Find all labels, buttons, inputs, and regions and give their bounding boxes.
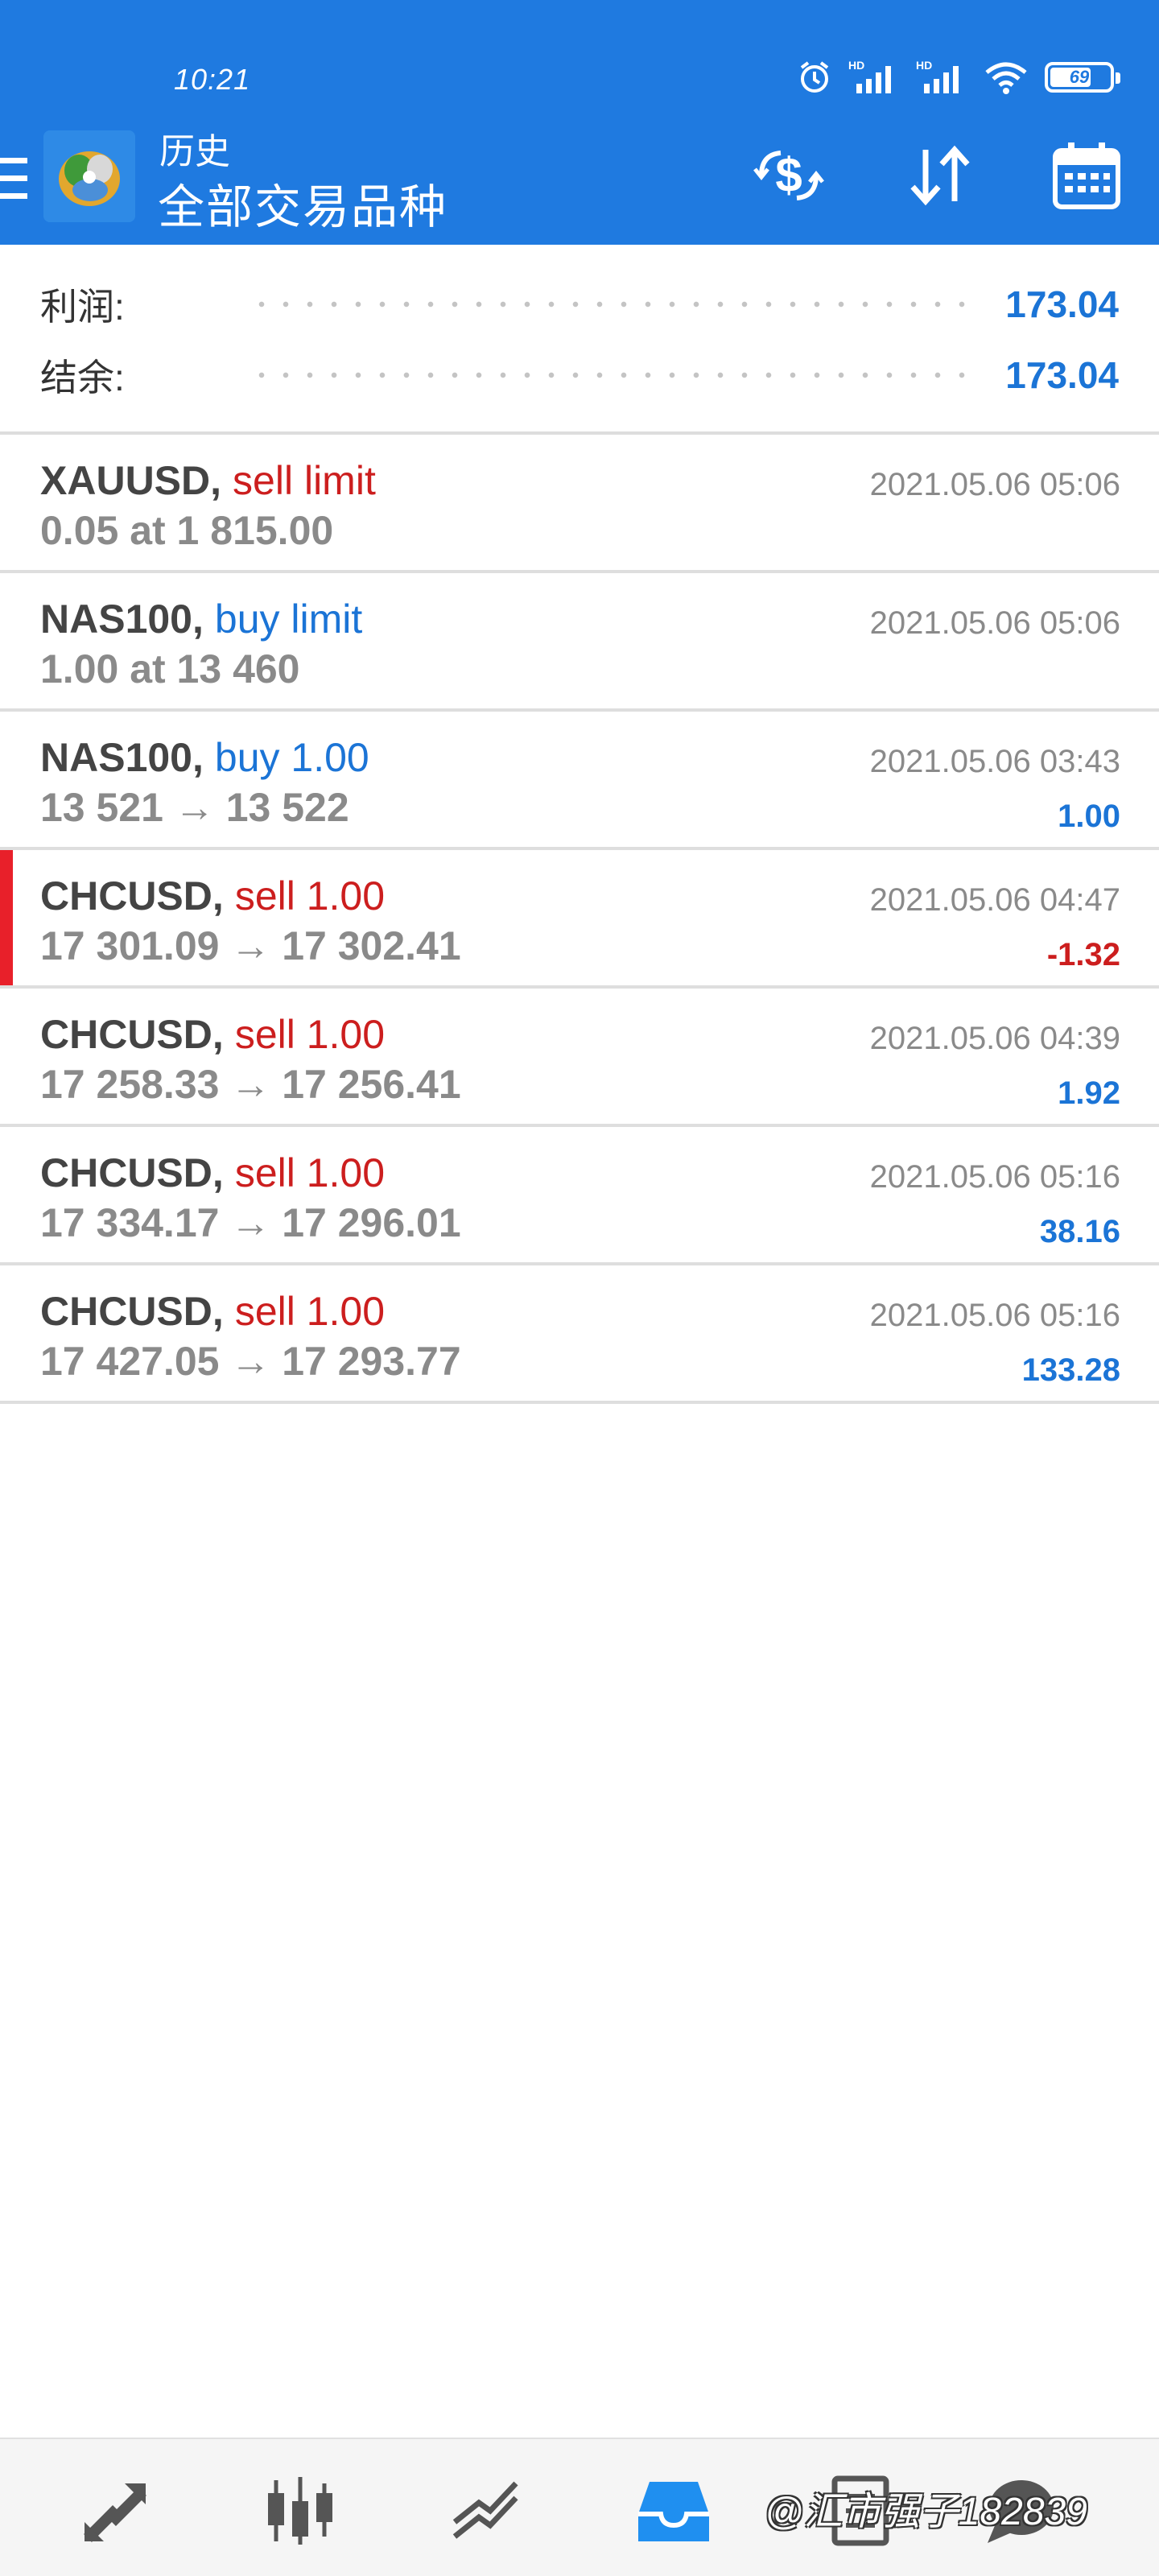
trade-icon	[452, 2481, 518, 2539]
balance-label: 结余:	[40, 357, 125, 398]
trade-detail: 1.00 at 13 460	[40, 646, 300, 691]
trade-time: 2021.05.06 05:16	[869, 1159, 1120, 1195]
history-icon	[638, 2482, 709, 2541]
trade-profit: -1.32	[1046, 937, 1120, 972]
watermark: @汇市强子182839	[765, 2491, 1087, 2533]
status-icons: HD HD 69	[797, 60, 1120, 95]
menu-icon[interactable]	[0, 158, 29, 200]
dotted-leader	[250, 372, 974, 378]
trade-detail: 13 521 → 13 522	[40, 785, 349, 830]
trade-symbol: NAS100	[40, 597, 192, 642]
svg-text:$: $	[775, 148, 802, 202]
page-subtitle[interactable]: 全部交易品种	[158, 169, 448, 237]
metatrader-logo-icon	[43, 130, 135, 222]
trade-action: sell 1.00	[234, 1289, 386, 1334]
status-time: 10:21	[174, 63, 251, 96]
battery-level: 69	[1069, 67, 1090, 87]
trade-profit: 1.00	[1058, 799, 1120, 834]
trade-detail: 17 301.09 → 17 302.41	[40, 923, 461, 968]
summary-panel: 利润: 173.04 结余: 173.04	[0, 245, 1159, 435]
trade-profit: 133.28	[1021, 1352, 1120, 1388]
battery-icon: 69	[1045, 62, 1120, 93]
currency-exchange-icon: $	[753, 148, 824, 202]
trade-profit: 1.92	[1058, 1075, 1120, 1111]
trade-detail: 17 258.33 → 17 256.41	[40, 1062, 461, 1107]
hd-signal-icon: HD	[848, 60, 891, 93]
trade-detail: 17 427.05 → 17 293.77	[40, 1339, 461, 1384]
trade-row[interactable]: CHCUSD, sell 1.00 17 258.33 → 17 256.41 2…	[0, 989, 1159, 1127]
trade-history-list: XAUUSD, sell limit 0.05 at 1 815.00 2021.…	[0, 435, 1159, 1404]
nav-quotes[interactable]	[71, 2467, 159, 2555]
svg-text:HD: HD	[848, 60, 864, 72]
dotted-leader	[250, 301, 974, 308]
hd-signal-icon: HD	[916, 60, 959, 93]
trade-time: 2021.05.06 04:47	[869, 882, 1120, 918]
wifi-icon	[985, 62, 1027, 94]
alarm-icon	[800, 61, 829, 93]
trade-symbol: CHCUSD	[40, 1012, 212, 1057]
trade-symbol: CHCUSD	[40, 873, 212, 919]
trade-time: 2021.05.06 03:43	[869, 744, 1120, 779]
trade-detail: 0.05 at 1 815.00	[40, 508, 334, 553]
trade-time: 2021.05.06 05:06	[869, 605, 1120, 641]
trade-row[interactable]: CHCUSD, sell 1.00 17 427.05 → 17 293.77 2…	[0, 1265, 1159, 1404]
profit-label: 利润:	[40, 286, 125, 328]
trade-action: buy limit	[214, 597, 363, 642]
nav-chart[interactable]	[256, 2467, 344, 2555]
profit-value: 173.04	[1005, 283, 1119, 325]
trade-action: buy 1.00	[214, 735, 369, 780]
trade-row[interactable]: NAS100, buy limit 1.00 at 13 460 2021.05.…	[0, 573, 1159, 712]
balance-value: 173.04	[1005, 354, 1119, 396]
trade-row[interactable]: NAS100, buy 1.00 13 521 → 13 522 2021.05.…	[0, 712, 1159, 850]
chart-icon	[268, 2477, 332, 2545]
app-logo	[43, 130, 135, 222]
page-title: 历史	[159, 132, 230, 171]
sort-icon	[910, 145, 970, 206]
trade-profit: 38.16	[1039, 1214, 1120, 1249]
trade-detail: 17 334.17 → 17 296.01	[40, 1200, 461, 1245]
trade-row[interactable]: CHCUSD, sell 1.00 17 334.17 → 17 296.01 2…	[0, 1127, 1159, 1265]
trade-symbol: CHCUSD	[40, 1289, 212, 1334]
loss-flag	[0, 850, 13, 985]
trade-symbol: XAUUSD	[40, 458, 211, 503]
currency-exchange-button[interactable]: $	[749, 135, 829, 216]
trade-row[interactable]: CHCUSD, sell 1.00 17 301.09 → 17 302.41 2…	[0, 850, 1159, 989]
nav-trade[interactable]	[441, 2467, 530, 2555]
trade-time: 2021.05.06 05:16	[869, 1298, 1120, 1333]
trade-symbol: NAS100	[40, 735, 192, 780]
trade-action: sell 1.00	[234, 873, 386, 919]
trade-action: sell 1.00	[234, 1012, 386, 1057]
app-bar: 10:21 HD HD 69 历史 全部交易品种 $	[0, 0, 1159, 245]
nav-history[interactable]	[629, 2467, 718, 2555]
sort-button[interactable]	[900, 135, 980, 216]
calendar-button[interactable]	[1046, 135, 1127, 216]
quotes-icon	[84, 2483, 146, 2542]
trade-action: sell limit	[233, 458, 376, 503]
profit-row: 利润: 173.04	[40, 279, 1119, 330]
trade-time: 2021.05.06 05:06	[869, 467, 1120, 502]
svg-text:HD: HD	[916, 60, 932, 72]
trade-action: sell 1.00	[234, 1150, 386, 1195]
trade-time: 2021.05.06 04:39	[869, 1021, 1120, 1056]
trade-symbol: CHCUSD	[40, 1150, 212, 1195]
calendar-icon	[1053, 142, 1120, 209]
balance-row: 结余: 173.04	[40, 349, 1119, 401]
trade-row[interactable]: XAUUSD, sell limit 0.05 at 1 815.00 2021.…	[0, 435, 1159, 573]
